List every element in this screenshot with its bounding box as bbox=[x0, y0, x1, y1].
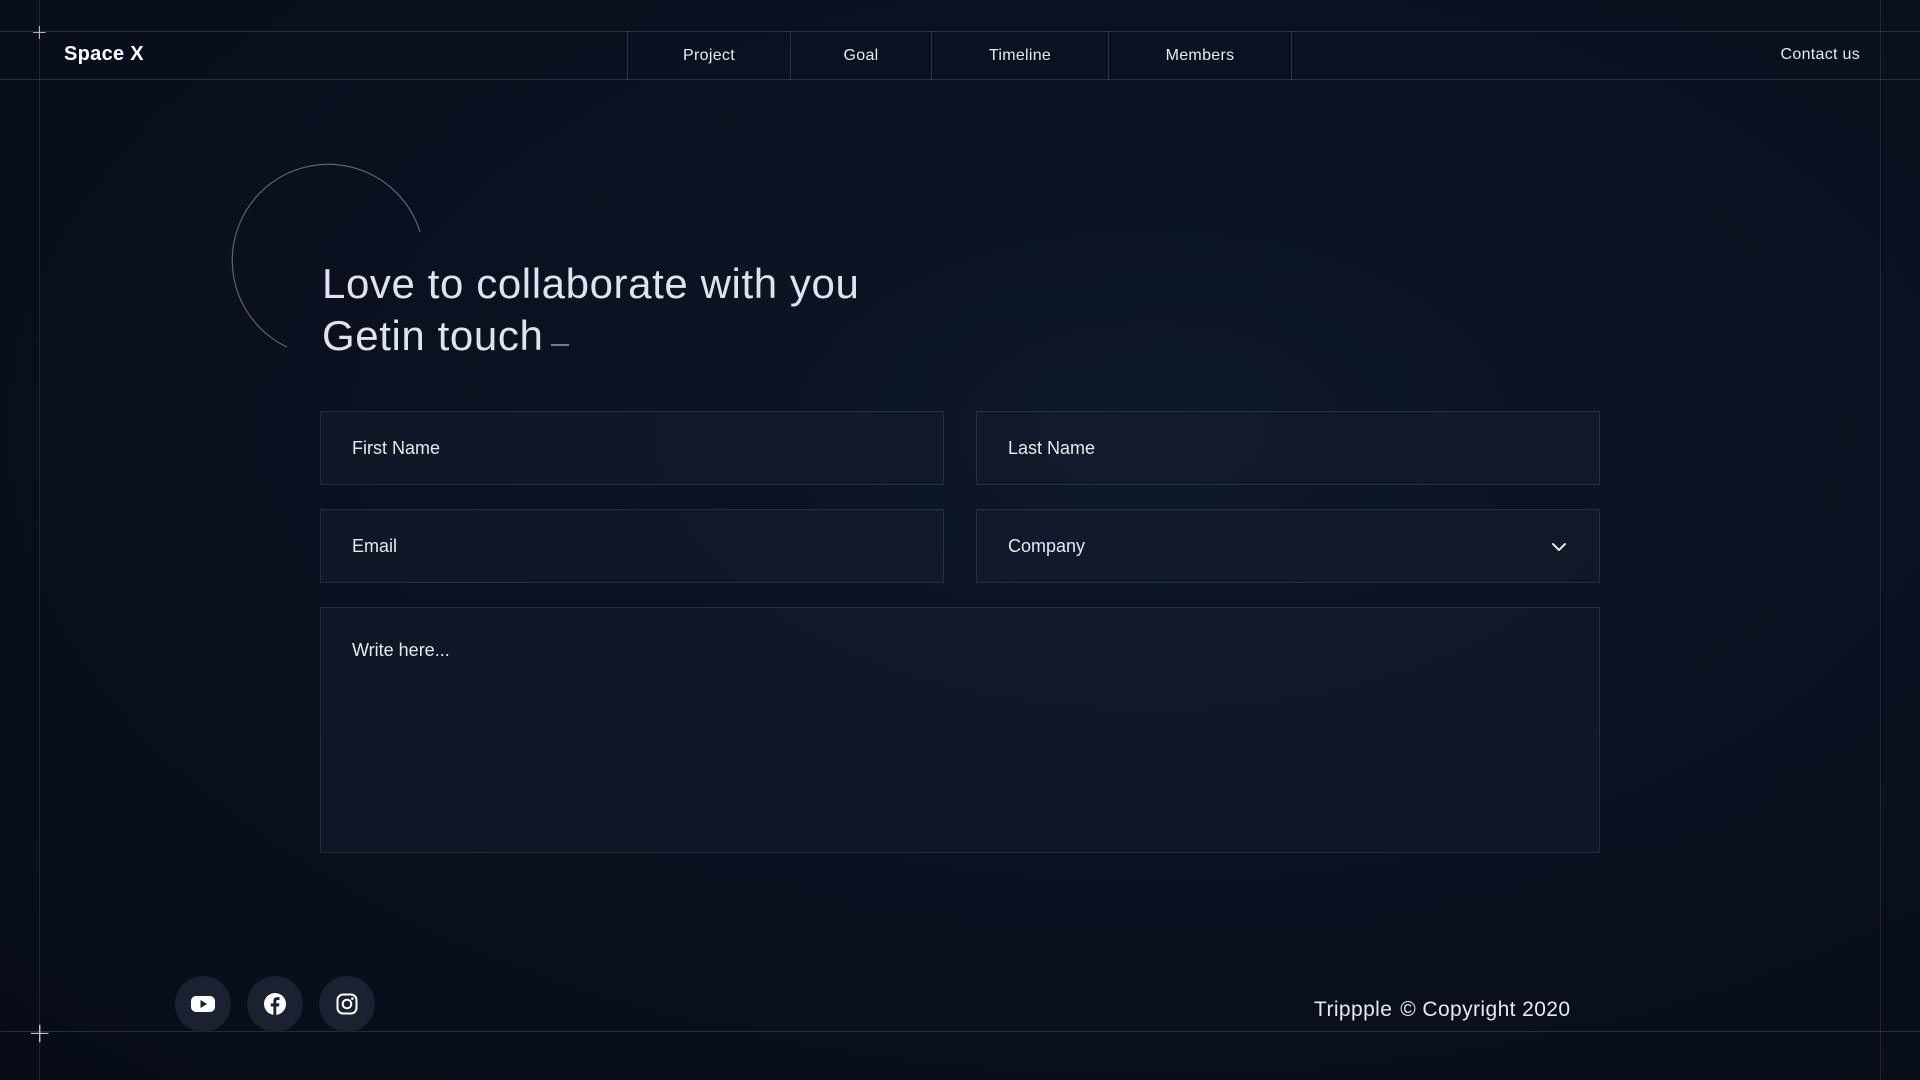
footer-copyright: Trippple © Copyright 2020 bbox=[1314, 998, 1570, 1022]
facebook-button[interactable] bbox=[247, 976, 303, 1032]
main-nav: Project Goal Timeline Members bbox=[627, 31, 1292, 80]
company-select-value: Company bbox=[1008, 535, 1086, 556]
contact-us-link[interactable]: Contact us bbox=[1781, 46, 1860, 64]
youtube-button[interactable] bbox=[175, 976, 231, 1032]
hero-heading-line2: Getin touch bbox=[322, 312, 544, 359]
footer-brand[interactable]: Trippple bbox=[1314, 998, 1392, 1021]
last-name-field[interactable]: Last Name bbox=[976, 411, 1600, 485]
logo[interactable]: Space X bbox=[64, 43, 144, 66]
message-placeholder: Write here... bbox=[352, 640, 450, 660]
last-name-placeholder: Last Name bbox=[1008, 437, 1096, 458]
nav-item-timeline[interactable]: Timeline bbox=[931, 31, 1108, 80]
first-name-placeholder: First Name bbox=[352, 437, 441, 458]
footer-copyright-text: © Copyright 2020 bbox=[1400, 998, 1571, 1021]
email-field[interactable]: Email bbox=[320, 509, 944, 583]
youtube-icon bbox=[191, 996, 215, 1012]
hero-heading-line1: Love to collaborate with you bbox=[322, 260, 860, 307]
nav-item-members[interactable]: Members bbox=[1108, 31, 1292, 80]
email-placeholder: Email bbox=[352, 535, 398, 556]
instagram-icon bbox=[336, 993, 358, 1015]
plus-mark-icon: + bbox=[28, 1016, 52, 1049]
nav-item-goal[interactable]: Goal bbox=[790, 31, 931, 80]
hero-heading: Love to collaborate with you Getin touch bbox=[322, 258, 859, 362]
first-name-field[interactable]: First Name bbox=[320, 411, 944, 485]
grid-line-left bbox=[39, 0, 40, 1080]
instagram-button[interactable] bbox=[319, 976, 375, 1032]
chevron-down-icon bbox=[1552, 543, 1566, 551]
company-select[interactable]: Company bbox=[976, 509, 1600, 583]
nav-item-project[interactable]: Project bbox=[627, 31, 790, 80]
text-cursor bbox=[551, 344, 570, 346]
grid-line-bottom bbox=[0, 1031, 1920, 1032]
facebook-icon bbox=[264, 993, 286, 1015]
grid-line-right bbox=[1880, 0, 1881, 1080]
message-textarea[interactable]: Write here... bbox=[320, 607, 1600, 853]
top-navigation-bar: Space X Project Goal Timeline Members Co… bbox=[0, 31, 1920, 80]
